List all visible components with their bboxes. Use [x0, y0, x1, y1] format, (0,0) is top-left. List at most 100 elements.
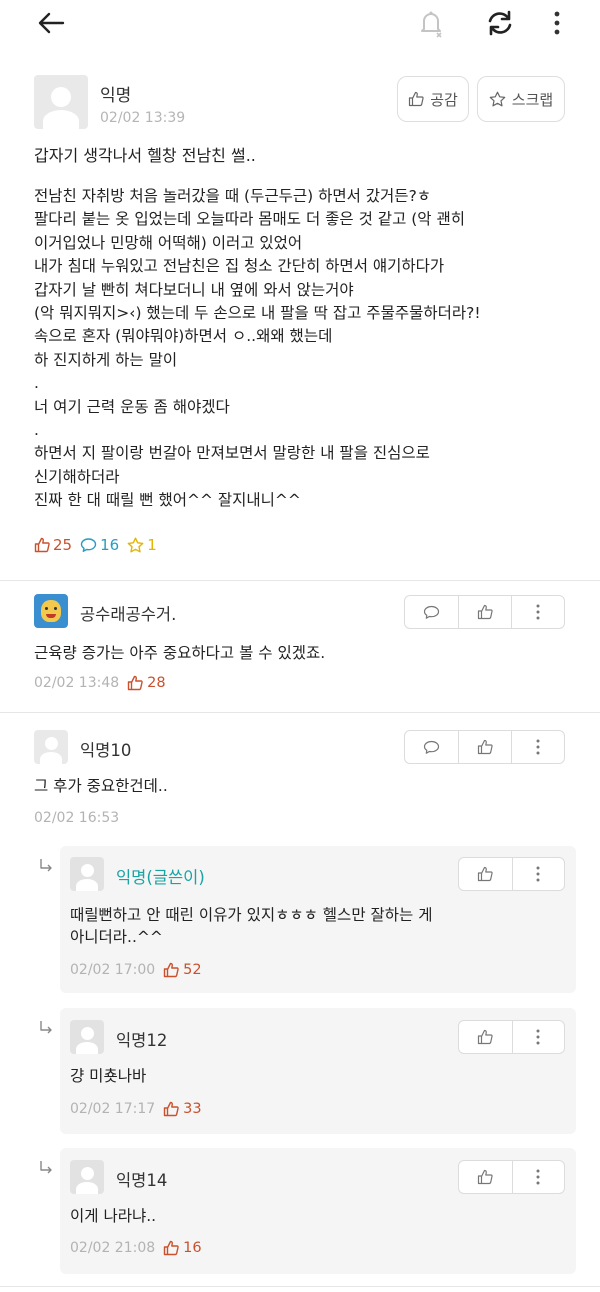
thumb-up-icon	[34, 537, 50, 553]
empathy-button[interactable]: 공감	[397, 76, 469, 122]
like-button[interactable]	[458, 596, 511, 628]
reply-button[interactable]	[405, 596, 458, 628]
comment-author: 익명10	[80, 741, 132, 760]
more-button[interactable]	[511, 596, 564, 628]
post-body-line: .	[34, 420, 39, 439]
post-like-count: 25	[53, 536, 73, 554]
post-body-line: 진짜 한 대 때릴 뻔 했어^^ 잘지내니^^	[34, 491, 301, 510]
refresh-icon[interactable]	[485, 8, 515, 38]
comment-actions	[404, 595, 565, 629]
thumb-up-icon	[478, 1169, 493, 1185]
post-body-line: 신기해하더라	[34, 467, 120, 486]
reply-avatar	[70, 1160, 104, 1194]
comment-meta: 02/02 16:53	[34, 810, 119, 826]
like-button[interactable]	[459, 858, 512, 890]
bell-off-icon[interactable]	[416, 8, 446, 38]
reply-author: 익명(글쓴이)	[116, 868, 205, 887]
comment-icon	[423, 605, 440, 619]
reply-author: 익명14	[116, 1171, 168, 1190]
reply-like-count: 33	[183, 1101, 202, 1117]
vertical-dots-icon	[536, 1169, 540, 1185]
reply-meta: 02/02 21:08 16	[70, 1240, 202, 1256]
scrap-label: 스크랩	[511, 90, 554, 109]
thumb-up-icon	[127, 675, 143, 691]
vertical-dots-icon	[536, 604, 540, 620]
comment-avatar	[34, 730, 68, 764]
reply-text: 때릴뻔하고 안 때린 이유가 있지ㅎㅎㅎ 헬스만 잘하는 게	[70, 906, 433, 924]
reply-likes: 16	[163, 1240, 202, 1256]
post-body-line: 하 진지하게 하는 말이	[34, 350, 178, 369]
arrow-left-icon[interactable]	[36, 8, 66, 38]
reply-meta: 02/02 17:00 52	[70, 962, 202, 978]
reply-like-count: 52	[183, 962, 202, 978]
comment-time: 02/02 16:53	[34, 810, 120, 826]
more-button[interactable]	[511, 1021, 565, 1053]
more-button[interactable]	[511, 858, 565, 890]
reply-actions	[458, 1160, 565, 1194]
post-body-line: 하면서 지 팔이랑 번갈아 만져보면서 말랑한 내 팔을 진심으로	[34, 444, 430, 463]
like-button[interactable]	[459, 1021, 512, 1053]
reply-text: 이게 나라냐..	[70, 1207, 157, 1225]
comment-actions	[404, 730, 565, 764]
reply-time: 02/02 17:00	[70, 962, 156, 978]
reply-button[interactable]	[405, 731, 458, 763]
comment-icon	[80, 538, 97, 552]
post-body-line: 내가 침대 누워있고 전남친은 집 청소 간단히 하면서 얘기하다가	[34, 257, 445, 276]
reply-like-count: 16	[183, 1240, 202, 1256]
post-comment-count: 16	[100, 536, 120, 554]
scrap-button[interactable]: 스크랩	[477, 76, 565, 122]
empathy-label: 공감	[430, 90, 458, 109]
like-button[interactable]	[459, 1161, 512, 1193]
reply-text: 걍 미춋나바	[70, 1067, 147, 1085]
reply-avatar	[70, 1020, 104, 1054]
thumb-up-icon	[478, 1029, 493, 1045]
star-icon	[489, 91, 506, 106]
vertical-dots-icon	[536, 866, 540, 882]
vertical-dots-icon[interactable]	[542, 8, 572, 38]
post-body-line: 속으로 혼자 (뭐야뭐야)하면서 ㅇ..왜왜 했는데	[34, 327, 333, 346]
comment-likes: 28	[127, 675, 166, 691]
reply-actions	[458, 857, 565, 891]
reply-likes: 52	[163, 962, 202, 978]
reply-text: 아니더라..^^	[70, 928, 163, 946]
post-body-line: .	[34, 374, 39, 393]
more-button[interactable]	[511, 731, 564, 763]
reply-time: 02/02 21:08	[70, 1240, 156, 1256]
reply-likes: 33	[163, 1101, 202, 1117]
vertical-dots-icon	[536, 1029, 540, 1045]
reply-arrow-icon	[40, 859, 52, 872]
divider	[0, 712, 600, 713]
post-body-line: (악 뭐지뭐지>‹) 했는데 두 손으로 내 팔을 딱 잡고 주물주물하더라?!	[34, 303, 481, 322]
comment-like-count: 28	[147, 675, 166, 691]
post-body-line: 너 여기 근력 운동 좀 해야겠다	[34, 397, 230, 416]
post-avatar	[34, 75, 88, 129]
top-bar	[0, 0, 600, 48]
comment-avatar	[34, 594, 68, 628]
thumb-up-icon	[477, 739, 493, 755]
comment-text: 그 후가 중요한건데..	[34, 777, 168, 795]
divider	[0, 1286, 600, 1287]
reply-actions	[458, 1020, 565, 1054]
post-body-line: 전남친 자취방 처음 놀러갔을 때 (두근두근) 하면서 갔거든?ㅎ	[34, 187, 432, 205]
thumb-up-icon	[409, 91, 424, 107]
like-button[interactable]	[458, 731, 511, 763]
thumb-up-icon	[478, 866, 493, 882]
divider	[0, 580, 600, 581]
reply-avatar	[70, 857, 104, 891]
thumb-up-icon	[477, 604, 493, 620]
reply-arrow-icon	[40, 1021, 52, 1034]
post-scrap-count: 1	[147, 536, 157, 554]
more-button[interactable]	[511, 1161, 565, 1193]
post-body-line: 팔다리 붙는 옷 입었는데 오늘따라 몸매도 더 좋은 것 같고 (악 괜히	[34, 210, 466, 229]
reply-author: 익명12	[116, 1031, 168, 1050]
thumb-up-icon	[163, 1101, 179, 1117]
comment-icon	[423, 740, 440, 754]
post-time: 02/02 13:39	[100, 110, 186, 126]
thumb-up-icon	[163, 1240, 179, 1256]
post-body: 전남친 자취방 처음 놀러갔을 때 (두근두근) 하면서 갔거든?ㅎ 팔다리 붙…	[34, 185, 574, 512]
vertical-dots-icon	[536, 739, 540, 755]
reply-meta: 02/02 17:17 33	[70, 1101, 202, 1117]
comment-time: 02/02 13:48	[34, 675, 120, 691]
post-title: 갑자기 생각나서 헬창 전남친 썰..	[34, 146, 256, 165]
post-author: 익명	[100, 86, 132, 106]
